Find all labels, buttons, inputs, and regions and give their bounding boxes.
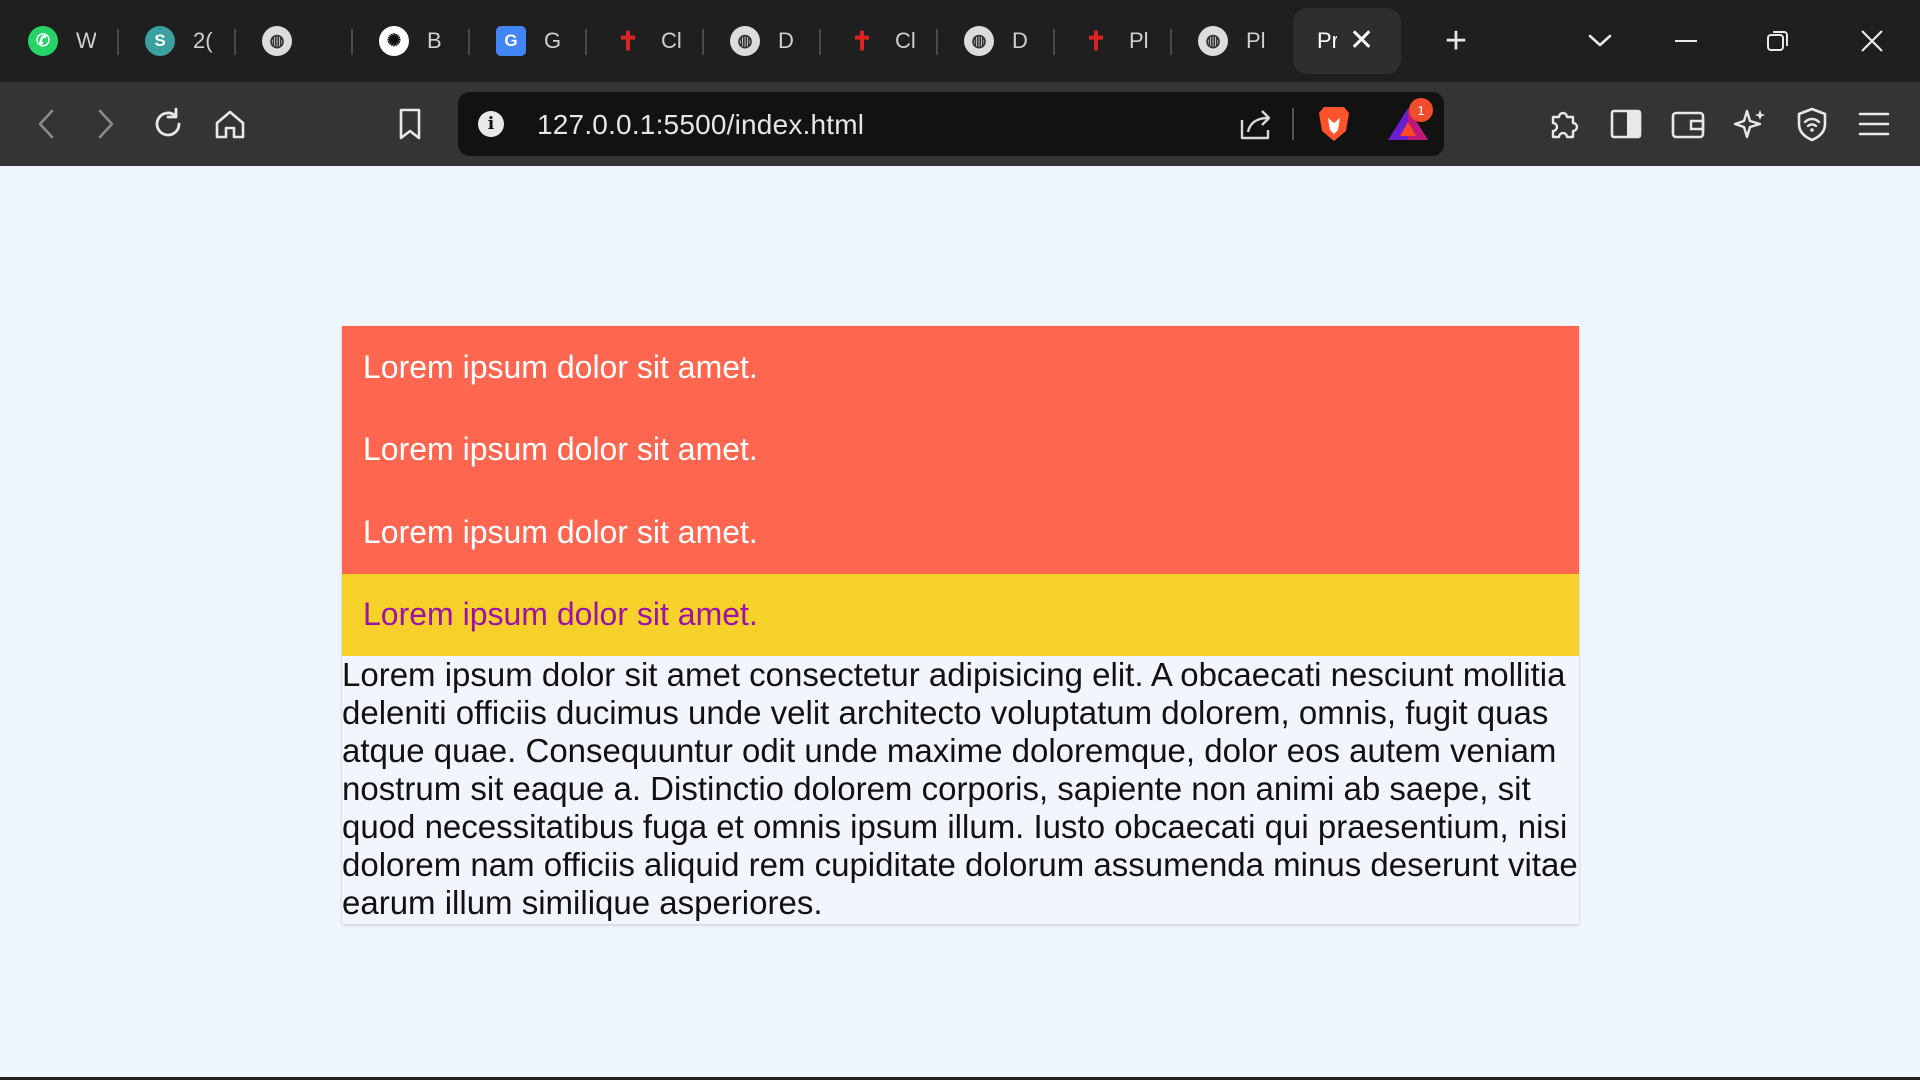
minimize-icon bbox=[1675, 40, 1697, 42]
sparkle-icon bbox=[1733, 109, 1765, 139]
home-button[interactable] bbox=[206, 100, 254, 148]
bookmark-icon bbox=[399, 108, 421, 140]
reload-button[interactable] bbox=[144, 100, 192, 148]
tab-title: G bbox=[544, 28, 562, 53]
tab[interactable]: ✺ B bbox=[351, 8, 468, 74]
reload-icon bbox=[155, 107, 181, 137]
tab-active[interactable]: Pr ✕ bbox=[1293, 8, 1401, 74]
share-icon[interactable] bbox=[1238, 106, 1274, 142]
list-item: Lorem ipsum dolor sit amet. bbox=[342, 408, 1579, 491]
url-divider bbox=[1292, 108, 1294, 140]
shield-icon bbox=[1797, 107, 1827, 142]
sidebar-icon bbox=[1610, 109, 1642, 139]
tab[interactable]: ◍ D bbox=[936, 8, 1053, 74]
bookmark-button[interactable] bbox=[386, 100, 434, 148]
tab[interactable]: ✝ Pl bbox=[1053, 8, 1170, 74]
sidebar-button[interactable] bbox=[1602, 100, 1650, 148]
google-translate-icon: G bbox=[496, 26, 526, 56]
tab-title: B bbox=[427, 28, 442, 53]
back-button[interactable] bbox=[22, 100, 70, 148]
forward-button[interactable] bbox=[82, 100, 130, 148]
globe-icon: ◍ bbox=[964, 26, 994, 56]
s-logo-icon: S bbox=[145, 26, 175, 56]
list-item-highlighted: Lorem ipsum dolor sit amet. bbox=[342, 573, 1579, 656]
figure-icon: ✝ bbox=[617, 25, 639, 56]
tab-title: Cl bbox=[895, 28, 915, 53]
tab-search-dropdown-button[interactable] bbox=[1570, 0, 1630, 82]
close-icon bbox=[1861, 30, 1883, 52]
tab[interactable]: ◍ Pl bbox=[1170, 8, 1287, 74]
minimize-button[interactable] bbox=[1656, 0, 1716, 82]
globe-icon: ◍ bbox=[262, 26, 292, 56]
restore-button[interactable] bbox=[1748, 0, 1808, 82]
back-arrow-icon bbox=[38, 109, 54, 139]
figure-icon: ✝ bbox=[1085, 25, 1107, 56]
tab[interactable]: ◍ bbox=[234, 8, 351, 74]
body-paragraph: Lorem ipsum dolor sit amet consectetur a… bbox=[342, 656, 1579, 924]
tab-title: Pr bbox=[1317, 28, 1337, 53]
tab[interactable]: ◍ D bbox=[702, 8, 819, 74]
leo-ai-button[interactable] bbox=[1726, 100, 1774, 148]
puzzle-icon bbox=[1551, 111, 1579, 139]
tab[interactable]: ✆ W bbox=[0, 8, 117, 74]
rewards-badge: 1 bbox=[1409, 98, 1433, 122]
tab[interactable]: GG bbox=[468, 8, 585, 74]
tab-title: Pl bbox=[1246, 28, 1266, 53]
brave-shields-icon[interactable] bbox=[1316, 104, 1352, 144]
figure-icon: ✝ bbox=[851, 25, 873, 56]
chatgpt-icon: ✺ bbox=[379, 26, 409, 56]
vpn-button[interactable] bbox=[1788, 100, 1836, 148]
tab-close-icon[interactable]: ✕ bbox=[1349, 26, 1374, 56]
site-info-icon[interactable]: i bbox=[478, 111, 504, 137]
tab-strip: ✆ W S 2(◍ ✺ B G G ✝ Cl ◍ D ✝ Cl ◍ D ✝ Pl ◍ Pl Pr ✕ bbox=[0, 0, 1920, 82]
wallet-button[interactable] bbox=[1664, 100, 1712, 148]
tab[interactable]: ✝ Cl bbox=[585, 8, 702, 74]
tab-title: W bbox=[76, 28, 96, 53]
whatsapp-icon: ✆ bbox=[28, 26, 58, 56]
url-text[interactable]: 127.0.0.1:5500/index.html bbox=[537, 109, 864, 141]
restore-icon bbox=[1767, 31, 1788, 51]
list-item: Lorem ipsum dolor sit amet. bbox=[342, 326, 1579, 409]
content-card: Lorem ipsum dolor sit amet. Lorem ipsum … bbox=[342, 326, 1579, 924]
globe-icon: ◍ bbox=[1198, 26, 1228, 56]
forward-arrow-icon bbox=[98, 109, 114, 139]
globe-icon: ◍ bbox=[730, 26, 760, 56]
list-item: Lorem ipsum dolor sit amet. bbox=[342, 491, 1579, 574]
tab-title: Cl bbox=[661, 28, 681, 53]
home-icon bbox=[215, 110, 245, 139]
address-bar[interactable]: i 127.0.0.1:5500/index.html 1 bbox=[458, 92, 1444, 156]
window-close-button[interactable] bbox=[1842, 0, 1902, 82]
tab[interactable]: ✝ Cl bbox=[819, 8, 936, 74]
hamburger-menu-icon bbox=[1858, 112, 1890, 136]
tab-title: 2( bbox=[193, 28, 213, 53]
tab[interactable]: S 2( bbox=[117, 8, 234, 74]
tab-title: D bbox=[778, 28, 794, 53]
browser-toolbar: i 127.0.0.1:5500/index.html 1 bbox=[0, 82, 1920, 166]
tab-title: D bbox=[1012, 28, 1028, 53]
chevron-down-icon bbox=[1588, 34, 1612, 47]
wallet-icon bbox=[1671, 111, 1705, 139]
new-tab-button[interactable]: + bbox=[1426, 0, 1486, 82]
tab-title: Pl bbox=[1129, 28, 1149, 53]
tab-list: ✆ W S 2(◍ ✺ B G G ✝ Cl ◍ D ✝ Cl ◍ D ✝ Pl ◍ Pl bbox=[0, 0, 1287, 82]
extensions-button[interactable] bbox=[1540, 100, 1588, 148]
menu-button[interactable] bbox=[1850, 100, 1898, 148]
